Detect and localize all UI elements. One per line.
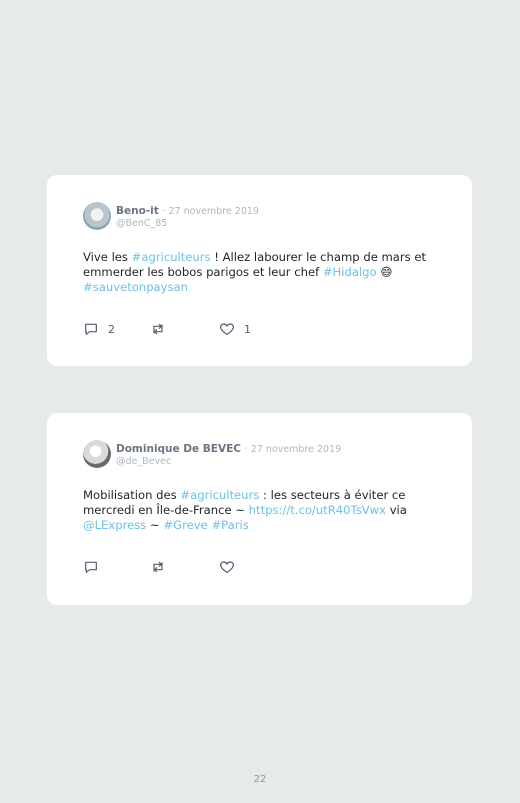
hashtag-link[interactable]: #Paris	[211, 518, 248, 532]
avatar[interactable]	[83, 202, 111, 230]
tweet-text-part: Vive les	[83, 250, 132, 264]
retweet-button[interactable]	[150, 321, 175, 337]
reply-count: 2	[108, 322, 115, 336]
tweet-text-part: ~	[146, 518, 164, 532]
separator: ·	[162, 206, 166, 217]
hashtag-link[interactable]: #Hidalgo	[323, 265, 377, 279]
tweet-text-part: via	[386, 503, 407, 517]
hashtag-link[interactable]: #Greve	[163, 518, 207, 532]
tweet-text: Mobilisation des #agriculteurs : les sec…	[83, 488, 443, 533]
tweet-card: Dominique De BEVEC · 27 novembre 2019 @d…	[47, 413, 472, 605]
retweet-icon	[150, 321, 166, 337]
hashtag-link[interactable]: #agriculteurs	[132, 250, 211, 264]
retweet-button[interactable]	[150, 559, 175, 575]
tweet-actions: 2 1	[83, 321, 283, 337]
reply-icon	[83, 321, 99, 337]
reply-icon	[83, 559, 99, 575]
like-button[interactable]	[219, 559, 244, 575]
tweet-date[interactable]: 27 novembre 2019	[169, 206, 259, 217]
hashtag-link[interactable]: #sauvetonpaysan	[83, 280, 188, 294]
author-handle[interactable]: @de_Bevec	[116, 456, 171, 467]
heart-icon	[219, 559, 235, 575]
emoji: 😄	[380, 265, 393, 279]
tweet-header: Beno-it · 27 novembre 2019	[116, 205, 259, 217]
author-name[interactable]: Beno-it	[116, 205, 159, 217]
like-button[interactable]: 1	[219, 321, 251, 337]
page-number: 22	[253, 774, 267, 785]
avatar[interactable]	[83, 440, 111, 468]
retweet-icon	[150, 559, 166, 575]
url-link[interactable]: https://t.co/utR40TsVwx	[249, 503, 386, 517]
tweet-date[interactable]: 27 novembre 2019	[251, 444, 341, 455]
tweet-card: Beno-it · 27 novembre 2019 @BenC_85 Vive…	[47, 175, 472, 366]
tweet-header: Dominique De BEVEC · 27 novembre 2019	[116, 443, 341, 455]
like-count: 1	[244, 322, 251, 336]
mention-link[interactable]: @LExpress	[83, 518, 146, 532]
tweet-actions	[83, 559, 283, 575]
tweet-text: Vive les #agriculteurs ! Allez labourer …	[83, 250, 443, 295]
author-name[interactable]: Dominique De BEVEC	[116, 443, 241, 455]
reply-button[interactable]: 2	[83, 321, 115, 337]
heart-icon	[219, 321, 235, 337]
tweet-text-part: Mobilisation des	[83, 488, 181, 502]
hashtag-link[interactable]: #agriculteurs	[180, 488, 259, 502]
reply-button[interactable]	[83, 559, 108, 575]
separator: ·	[244, 444, 248, 455]
author-handle[interactable]: @BenC_85	[116, 218, 167, 229]
